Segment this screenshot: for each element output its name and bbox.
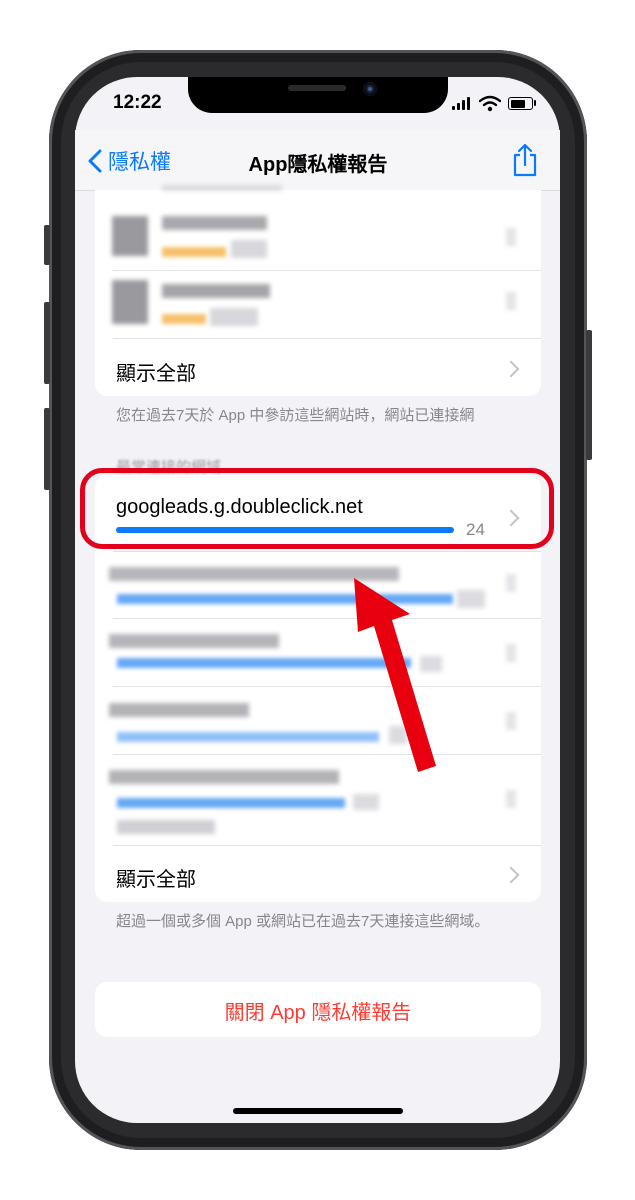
domain-count-blurred <box>457 590 485 608</box>
chevron-right-icon <box>506 712 516 730</box>
domain-row[interactable] <box>95 620 541 686</box>
app-count-blurred <box>231 240 267 258</box>
show-all-label: 顯示全部 <box>116 869 196 891</box>
battery-icon <box>508 97 533 110</box>
cellular-signal-icon <box>452 97 472 110</box>
apps-show-all-row[interactable]: 顯示全部 <box>95 339 541 396</box>
separator <box>113 754 541 755</box>
chevron-right-icon <box>506 644 516 662</box>
domain-name-blurred <box>109 703 249 717</box>
app-usage-bar <box>162 314 206 324</box>
app-row[interactable] <box>95 198 541 268</box>
speaker-grille <box>288 85 346 91</box>
app-row[interactable] <box>95 270 541 336</box>
domain-row[interactable] <box>95 552 541 618</box>
chevron-right-icon <box>502 360 520 378</box>
home-indicator <box>233 1108 403 1114</box>
list-item-blurred <box>162 185 282 191</box>
chevron-right-icon <box>506 292 516 310</box>
battery-level <box>510 99 525 108</box>
separator <box>113 686 541 687</box>
domain-row[interactable] <box>95 688 541 754</box>
app-name-blurred <box>162 284 270 298</box>
apps-footnote: 您在過去7天於 App 中參訪這些網站時，網站已連接網 <box>116 407 475 424</box>
domain-name-blurred <box>109 634 279 648</box>
battery-nub <box>534 100 536 106</box>
domains-footnote: 超過一個或多個 App 或網站已在過去7天連接這些網域。 <box>116 913 490 930</box>
wifi-icon <box>479 95 501 112</box>
highlight-box <box>80 468 554 549</box>
chevron-right-icon <box>502 866 520 884</box>
app-count-blurred <box>210 308 258 326</box>
share-icon[interactable] <box>512 143 538 177</box>
separator <box>113 618 541 619</box>
domain-usage-bar <box>117 798 345 808</box>
back-button[interactable]: 隱私權 <box>88 146 171 176</box>
close-report-button[interactable]: 關閉 App 隱私權報告 <box>95 982 541 1037</box>
volume-up-button <box>44 302 50 384</box>
volume-down-button <box>44 408 50 490</box>
app-icon <box>112 216 148 256</box>
red-arrow-annotation <box>354 578 436 772</box>
app-name-blurred <box>162 216 267 230</box>
front-camera <box>363 82 377 96</box>
page-title: App隱私權報告 <box>248 154 388 176</box>
chevron-left-icon <box>88 149 102 173</box>
close-report-label: 關閉 App 隱私權報告 <box>224 1002 412 1024</box>
status-time: 12:22 <box>113 92 162 113</box>
app-usage-bar <box>162 247 226 257</box>
domains-show-all-row[interactable]: 顯示全部 <box>95 846 541 902</box>
chevron-right-icon <box>506 228 516 246</box>
side-button <box>586 330 592 460</box>
show-all-label: 顯示全部 <box>116 363 196 385</box>
mute-switch <box>44 225 50 265</box>
domain-row[interactable] <box>95 756 541 844</box>
chevron-right-icon <box>506 574 516 592</box>
app-icon <box>112 280 148 324</box>
domain-subtext-blurred <box>117 820 215 834</box>
domain-count-blurred <box>353 794 379 810</box>
chevron-right-icon <box>506 790 516 808</box>
domain-name-blurred <box>109 770 339 784</box>
notch <box>188 77 448 113</box>
